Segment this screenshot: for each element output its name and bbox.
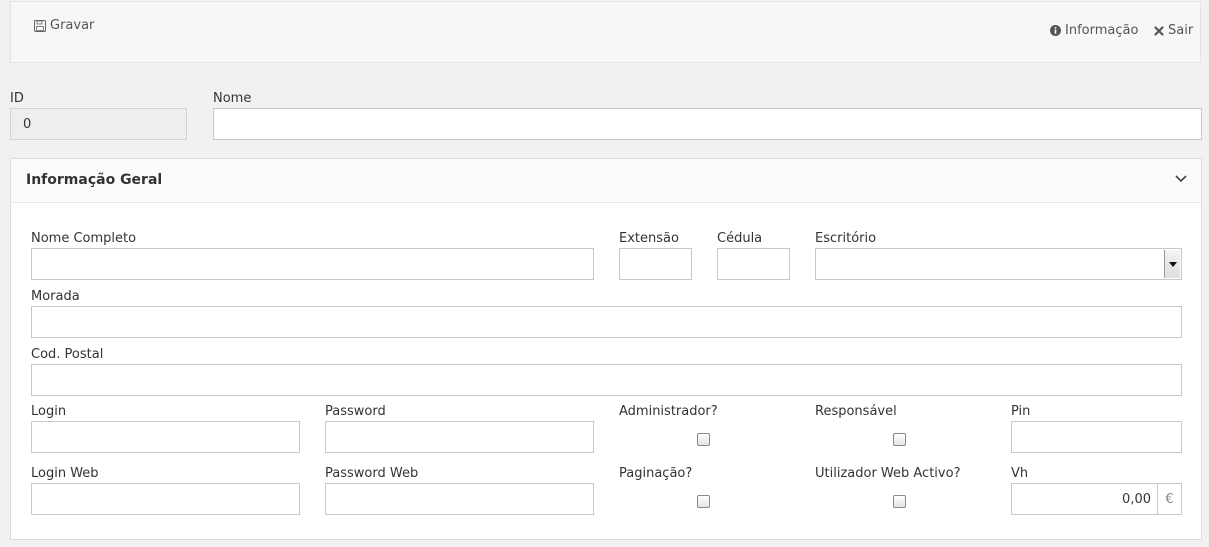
password-input[interactable] <box>325 421 594 453</box>
responsavel-label: Responsável <box>815 404 897 419</box>
utilizador-web-activo-label: Utilizador Web Activo? <box>815 466 961 481</box>
cedula-input[interactable] <box>717 248 790 280</box>
info-circle-icon <box>1050 25 1061 36</box>
password-label: Password <box>325 404 386 419</box>
extensao-label: Extensão <box>619 231 679 246</box>
vh-input[interactable]: 0,00 € <box>1011 483 1182 515</box>
exit-button-label: Sair <box>1168 23 1194 38</box>
extensao-input[interactable] <box>619 248 692 280</box>
paginacao-label: Paginação? <box>619 466 693 481</box>
administrador-checkbox[interactable] <box>697 433 710 446</box>
euro-icon: € <box>1157 484 1181 514</box>
login-web-label: Login Web <box>31 466 99 481</box>
exit-button[interactable]: Sair <box>1154 23 1193 38</box>
login-input[interactable] <box>31 421 300 453</box>
morada-label: Morada <box>31 289 80 304</box>
nome-input[interactable] <box>213 108 1202 140</box>
cedula-label: Cédula <box>717 231 763 246</box>
save-button-label: Gravar <box>50 18 95 33</box>
cod-postal-label: Cod. Postal <box>31 347 104 362</box>
info-button-label: Informação <box>1065 23 1139 38</box>
password-web-label: Password Web <box>325 466 419 481</box>
escritorio-label: Escritório <box>815 231 877 246</box>
administrador-label: Administrador? <box>619 404 718 419</box>
vh-label: Vh <box>1011 466 1029 481</box>
morada-input[interactable] <box>31 306 1182 338</box>
pin-label: Pin <box>1011 404 1031 419</box>
escritorio-select[interactable] <box>815 248 1182 280</box>
panel-header[interactable]: Informação Geral <box>11 159 1201 203</box>
info-button[interactable]: Informação <box>1050 23 1138 38</box>
login-label: Login <box>31 404 67 419</box>
login-web-input[interactable] <box>31 483 300 515</box>
save-button[interactable]: Gravar <box>34 18 94 33</box>
floppy-disk-icon <box>34 19 46 32</box>
nome-completo-input[interactable] <box>31 248 594 280</box>
paginacao-checkbox[interactable] <box>697 495 710 508</box>
panel-title: Informação Geral <box>26 172 163 188</box>
utilizador-web-activo-checkbox[interactable] <box>893 495 906 508</box>
cod-postal-input[interactable] <box>31 364 1182 396</box>
toolbar: Gravar Informação Sair <box>10 1 1201 63</box>
pin-input[interactable] <box>1011 421 1182 453</box>
id-value: 0 <box>23 116 32 132</box>
nome-completo-label: Nome Completo <box>31 231 137 246</box>
chevron-down-icon[interactable] <box>1175 172 1187 187</box>
id-field: 0 <box>10 108 187 140</box>
vh-value: 0,00 <box>1122 492 1151 507</box>
close-icon <box>1154 25 1164 36</box>
nome-label: Nome <box>213 91 252 106</box>
informacao-geral-panel: Informação Geral Nome Completo Extensão … <box>10 158 1202 540</box>
dropdown-arrow-icon[interactable] <box>1164 250 1180 278</box>
responsavel-checkbox[interactable] <box>893 433 906 446</box>
password-web-input[interactable] <box>325 483 594 515</box>
id-label: ID <box>10 91 24 106</box>
